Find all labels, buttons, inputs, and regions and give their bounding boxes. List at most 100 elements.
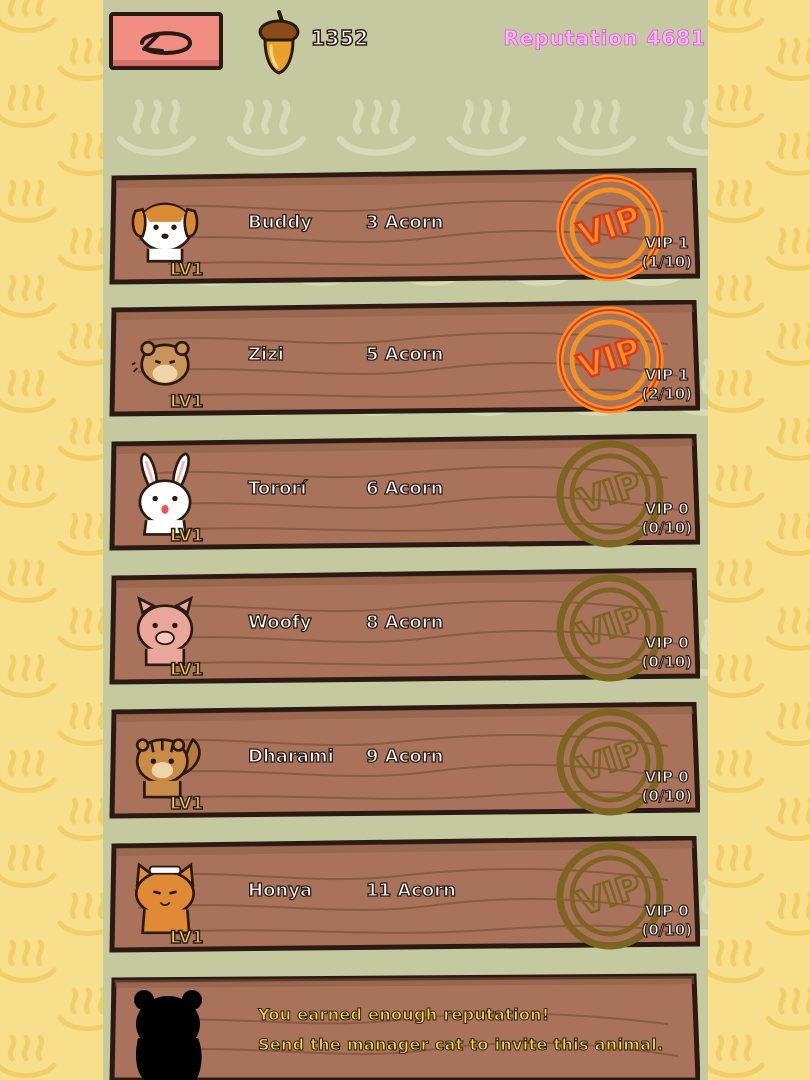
steam-icon [57, 37, 103, 81]
vip-progress: (0/10) [641, 652, 693, 671]
vip-progress: (0/10) [641, 786, 693, 805]
steam-icon [57, 607, 103, 651]
steam-icon [708, 559, 765, 603]
steam-icon [708, 749, 765, 793]
vip-level-info: VIP 0 (0/10) [641, 901, 693, 940]
steam-icon [708, 654, 765, 698]
steam-icon [0, 654, 57, 698]
animal-level: LV1 [169, 927, 204, 949]
vip-progress: (0/10) [641, 920, 693, 939]
main-panel: 1352 Reputation 4681 LV1 Buddy 3 Acorn VIP V… [103, 0, 708, 1080]
animal-level: LV1 [169, 793, 204, 815]
steam-icon [57, 892, 103, 936]
steam-icon [708, 274, 765, 318]
animal-row[interactable]: LV1 Zizi 5 Acorn VIP VIP 1 (2/10) [108, 300, 700, 420]
animal-cost: 3 Acorn [365, 211, 444, 233]
vip-progress: (1/10) [641, 252, 693, 271]
acorn-icon [258, 10, 300, 75]
vip-level: VIP 0 [644, 901, 689, 920]
steam-pattern [0, 0, 103, 1078]
steam-pattern [708, 0, 810, 1078]
steam-icon [765, 512, 810, 556]
steam-icon [0, 179, 57, 223]
steam-icon [765, 797, 810, 841]
steam-icon [765, 892, 810, 936]
vip-level-info: VIP 0 (0/10) [641, 499, 693, 538]
vip-level-info: VIP 0 (0/10) [641, 767, 693, 806]
svg-text:VIP: VIP [573, 198, 646, 256]
left-pattern-panel [0, 0, 103, 1080]
animal-row[interactable]: LV1 Tororí 6 Acorn VIP VIP 0 (0/10) [108, 434, 700, 554]
vip-level: VIP 0 [644, 499, 689, 518]
animal-cost: 5 Acorn [365, 343, 444, 365]
steam-icon [765, 702, 810, 746]
vip-level: VIP 0 [644, 767, 689, 786]
steam-icon [708, 844, 765, 888]
animal-level: LV1 [169, 391, 204, 413]
steam-icon [57, 987, 103, 1031]
animal-cost: 11 Acorn [365, 879, 456, 901]
right-pattern-panel [708, 0, 810, 1080]
vip-level: VIP 1 [644, 233, 689, 252]
steam-icon [708, 0, 765, 33]
vip-level: VIP 0 [644, 633, 689, 652]
acorn-count: 1352 [310, 25, 369, 51]
invite-animal-row[interactable]: You earned enough reputation! Send the m… [108, 972, 700, 1080]
steam-icon [57, 702, 103, 746]
animal-level: LV1 [169, 259, 204, 281]
steam-icon [0, 0, 57, 33]
svg-text:VIP: VIP [573, 330, 646, 388]
steam-icon [0, 844, 57, 888]
back-button[interactable] [109, 12, 223, 70]
steam-icon [708, 464, 765, 508]
animal-row[interactable]: LV1 Dharami 9 Acorn VIP VIP 0 (0/10) [108, 702, 700, 822]
steam-icon [765, 417, 810, 461]
steam-icon [57, 322, 103, 366]
steam-icon [765, 227, 810, 271]
steam-icon [0, 464, 57, 508]
animal-level: LV1 [169, 659, 204, 681]
steam-icon [765, 607, 810, 651]
animal-name: Buddy [247, 211, 313, 233]
vip-progress: (0/10) [641, 518, 693, 537]
steam-icon [446, 99, 527, 156]
steam-icon [765, 987, 810, 1031]
steam-icon [57, 512, 103, 556]
steam-icon [0, 369, 57, 413]
steam-icon [0, 559, 57, 603]
steam-icon [57, 417, 103, 461]
animal-name: Honya [247, 879, 313, 901]
animal-level: LV1 [169, 525, 204, 547]
steam-icon [0, 1034, 57, 1078]
steam-icon [57, 797, 103, 841]
steam-icon [765, 322, 810, 366]
invite-message: You earned enough reputation! Send the m… [257, 1000, 663, 1060]
steam-icon [116, 99, 197, 156]
locked-animal-silhouette-icon [134, 990, 202, 1080]
animal-cost: 6 Acorn [365, 477, 444, 499]
steam-icon [0, 84, 57, 128]
animal-row[interactable]: LV1 Honya 11 Acorn VIP VIP 0 (0/10) [108, 836, 700, 956]
steam-icon [708, 1034, 765, 1078]
vip-level-info: VIP 1 (2/10) [641, 365, 693, 404]
svg-text:VIP: VIP [573, 732, 646, 790]
back-arrow-icon [140, 31, 193, 55]
invite-line-1: You earned enough reputation! [257, 1005, 550, 1025]
vip-progress: (2/10) [641, 384, 693, 403]
animal-row[interactable]: LV1 Buddy 3 Acorn VIP VIP 1 (1/10) [108, 168, 700, 288]
animal-name: Tororí [247, 477, 307, 499]
steam-icon [57, 227, 103, 271]
steam-icon [666, 99, 708, 156]
animal-name: Dharami [247, 745, 334, 767]
animal-row[interactable]: LV1 Woofy 8 Acorn VIP VIP 0 (0/10) [108, 568, 700, 688]
animal-cost: 9 Acorn [365, 745, 444, 767]
animal-name: Zizi [247, 343, 284, 365]
steam-icon [765, 132, 810, 176]
steam-icon [708, 84, 765, 128]
vip-level: VIP 1 [644, 365, 689, 384]
steam-icon [708, 939, 765, 983]
animal-name: Woofy [247, 611, 312, 633]
steam-icon [336, 99, 417, 156]
steam-icon [708, 369, 765, 413]
svg-text:VIP: VIP [573, 464, 646, 522]
